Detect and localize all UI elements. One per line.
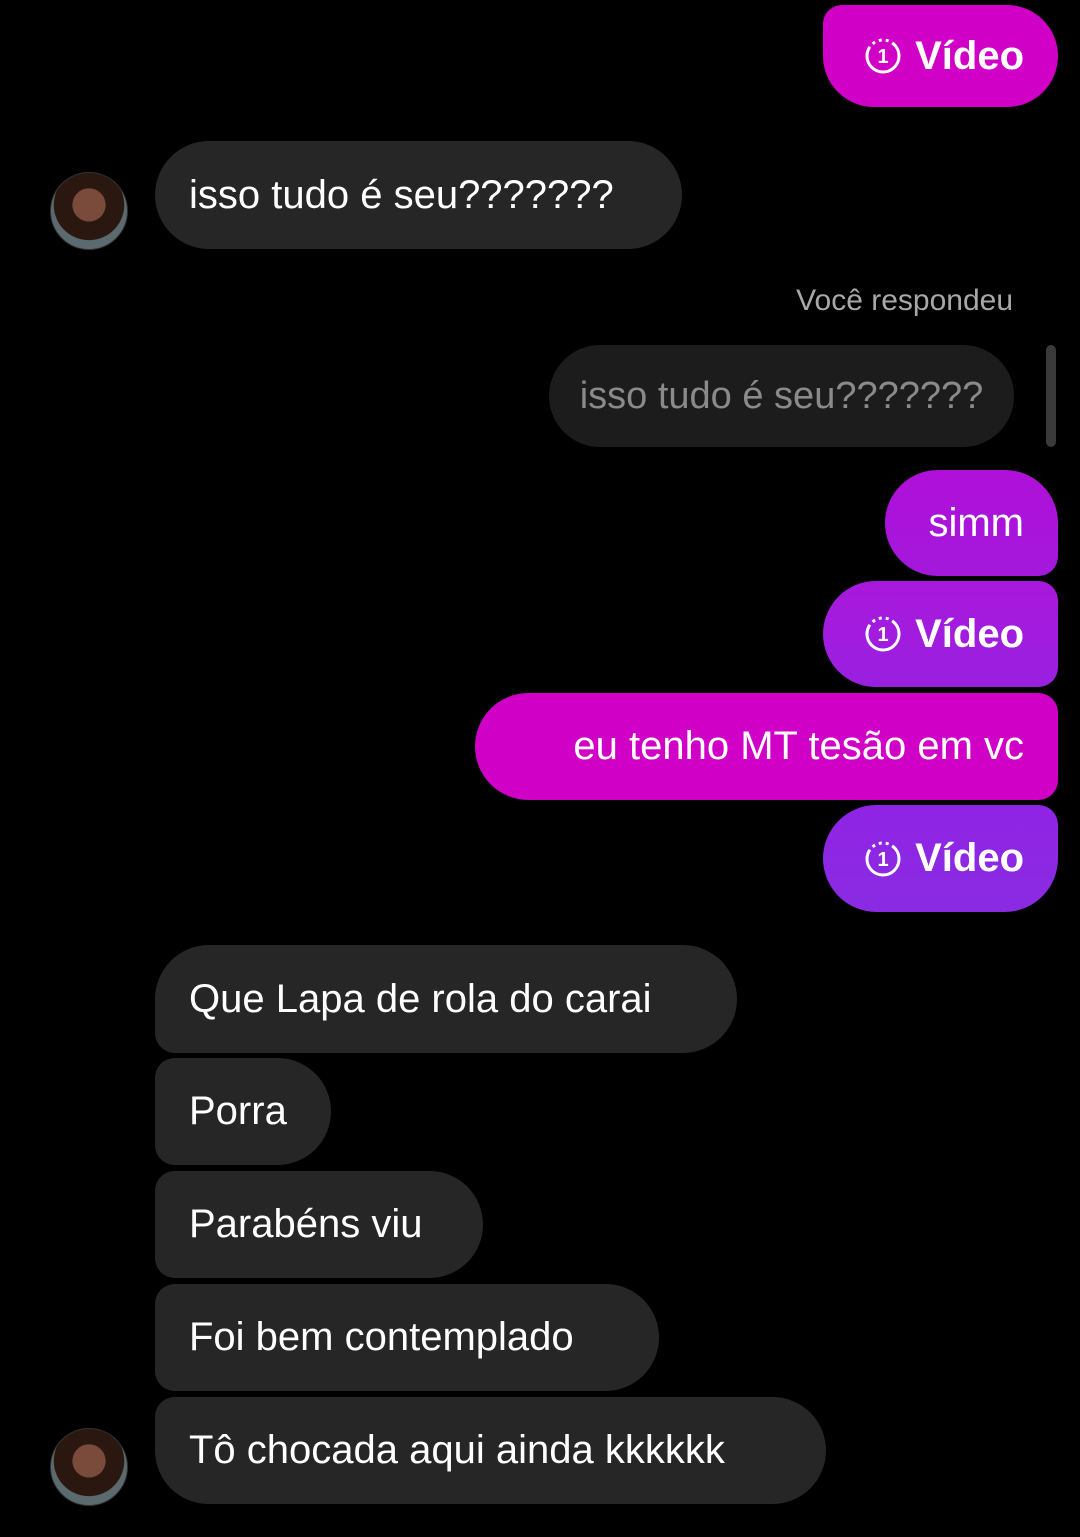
sent-video-message[interactable]: 1 Vídeo <box>823 5 1058 107</box>
received-message[interactable]: Parabéns viu <box>155 1171 483 1278</box>
sent-message[interactable]: eu tenho MT tesão em vc <box>475 693 1058 800</box>
svg-text:1: 1 <box>878 624 889 646</box>
svg-text:1: 1 <box>878 849 889 871</box>
message-text: Tô chocada aqui ainda kkkkkk <box>189 1428 725 1472</box>
video-label: Vídeo <box>915 33 1024 78</box>
quoted-text: isso tudo é seu??????? <box>579 374 984 417</box>
reply-label: Você respondeu <box>796 284 1013 317</box>
received-message[interactable]: Tô chocada aqui ainda kkkkkk <box>155 1397 826 1504</box>
message-text: Porra <box>189 1089 287 1133</box>
received-message[interactable]: Porra <box>155 1058 331 1165</box>
received-message[interactable]: isso tudo é seu??????? <box>155 141 682 249</box>
view-once-icon: 1 <box>865 841 901 876</box>
quoted-message[interactable]: isso tudo é seu??????? <box>549 345 1014 447</box>
message-text: eu tenho MT tesão em vc <box>573 724 1024 768</box>
contact-avatar[interactable] <box>50 1428 128 1506</box>
view-once-icon: 1 <box>865 616 901 652</box>
quote-bar <box>1046 345 1056 447</box>
received-message[interactable]: Que Lapa de rola do carai <box>155 945 737 1053</box>
received-message[interactable]: Foi bem contemplado <box>155 1284 659 1391</box>
message-text: Que Lapa de rola do carai <box>189 976 652 1021</box>
sent-video-message[interactable]: 1 Vídeo <box>823 581 1058 687</box>
message-text: isso tudo é seu??????? <box>189 172 614 217</box>
message-text: Foi bem contemplado <box>189 1315 574 1359</box>
svg-text:1: 1 <box>878 46 889 68</box>
sent-video-message[interactable]: 1 Vídeo <box>823 805 1058 912</box>
sent-message[interactable]: simm <box>885 470 1058 576</box>
message-text: simm <box>928 500 1024 545</box>
contact-avatar[interactable] <box>50 172 128 250</box>
message-text: Parabéns viu <box>189 1202 423 1246</box>
video-label: Vídeo <box>915 611 1024 656</box>
video-label: Vídeo <box>915 836 1024 880</box>
view-once-icon: 1 <box>865 38 901 74</box>
